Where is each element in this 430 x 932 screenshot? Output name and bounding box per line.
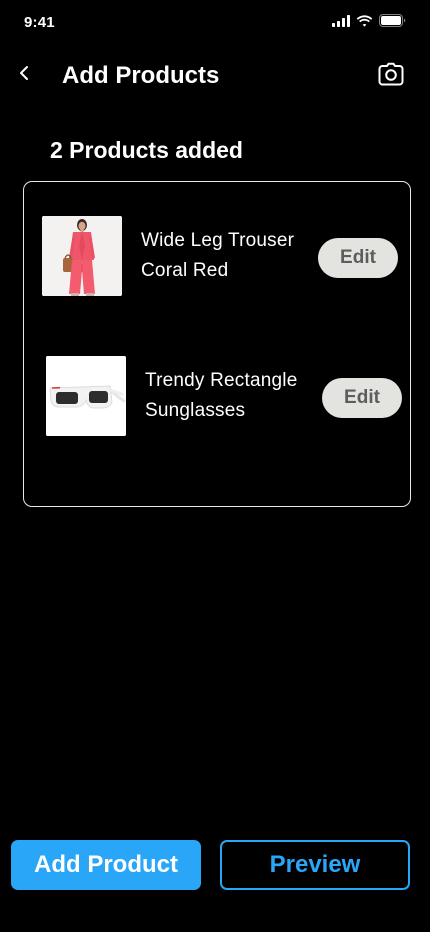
wifi-icon: [356, 14, 373, 32]
add-products-screen: 9:41 Add Products 2 Products added Wide …: [0, 0, 430, 932]
page-title: Add Products: [62, 62, 220, 89]
status-time: 9:41: [24, 14, 55, 31]
signal-icon: [332, 14, 350, 32]
white-sunglasses-photo: [46, 356, 126, 436]
edit-product-button[interactable]: Edit: [322, 378, 402, 418]
product-name: Wide Leg Trouser Coral Red: [141, 226, 316, 286]
coral-suit-photo: [42, 216, 122, 296]
products-count-heading: 2 Products added: [50, 137, 243, 163]
edit-product-button[interactable]: Edit: [318, 238, 398, 278]
status-icons: [332, 14, 406, 32]
add-product-button[interactable]: Add Product: [11, 840, 201, 890]
product-item: Trendy Rectangle Sunglasses Edit: [46, 356, 402, 436]
product-name: Trendy Rectangle Sunglasses: [145, 366, 320, 426]
product-name-line: Trendy Rectangle: [145, 370, 298, 391]
product-item: Wide Leg Trouser Coral Red Edit: [42, 216, 398, 296]
battery-icon: [379, 14, 406, 32]
camera-button[interactable]: [376, 61, 406, 91]
product-list-card: Wide Leg Trouser Coral Red Edit Trendy R…: [23, 181, 411, 507]
chevron-left-icon: [18, 65, 30, 86]
camera-icon: [378, 62, 404, 91]
product-name-line: Coral Red: [141, 260, 229, 281]
preview-button[interactable]: Preview: [220, 840, 410, 890]
back-button[interactable]: [10, 60, 38, 90]
product-name-line: Wide Leg Trouser: [141, 230, 295, 251]
product-name-line: Sunglasses: [145, 400, 246, 421]
